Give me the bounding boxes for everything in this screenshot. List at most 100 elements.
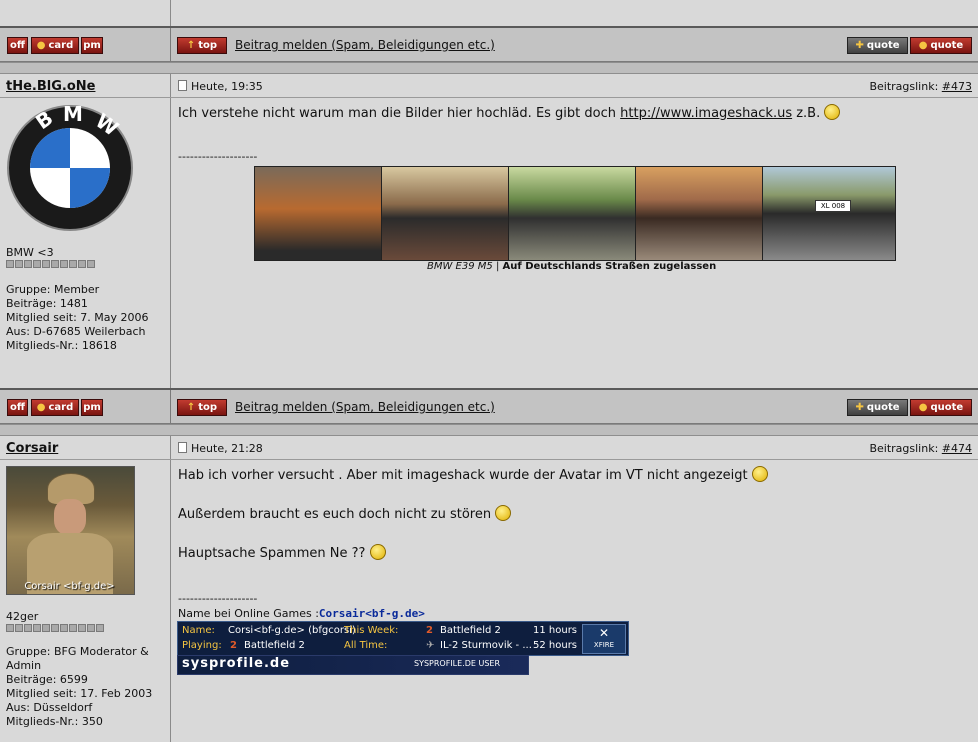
report-post-link[interactable]: Beitrag melden (Spam, Beleidigungen etc.… [235, 400, 495, 414]
rolleyes-smiley-icon [369, 544, 386, 560]
post-action-bar: off ● card pm ↑ top Beitrag melden (Spam, … [0, 388, 978, 424]
post-time-text: Heute, 21:28 [191, 442, 263, 455]
xfire-alltime-game: IL-2 Sturmovik - ... [440, 640, 532, 651]
plane-icon: ✈ [426, 640, 435, 651]
author-info-panel: B M W BMW <3 Gruppe: Member Beiträge: 14… [0, 98, 171, 388]
post-line-3: Hauptsache Spammen Ne ?? [178, 544, 386, 563]
author-location: Aus: Düsseldorf [6, 701, 93, 714]
trunk-photo [255, 167, 382, 260]
xfire-name-value: Corsi<bf-g.de> (bfgcorsi) [228, 625, 356, 636]
car-front-photo [509, 167, 636, 260]
signature-caption: BMW E39 M5 | Auf Deutschlands Straßen zu… [427, 261, 716, 272]
signature-caption-text: Auf Deutschlands Straßen zugelassen [502, 261, 717, 272]
signature-banner: XL 008 [254, 166, 896, 261]
post-time-text: Heute, 19:35 [191, 80, 263, 93]
xfire-logo-mark: ✕ [598, 626, 610, 640]
pm-button[interactable]: pm [81, 37, 103, 54]
xfire-week-label: This Week: [344, 625, 399, 636]
arrow-up-icon: ↑ [186, 402, 196, 413]
signature-divider: -------------------- [178, 150, 258, 163]
car-profile-photo [636, 167, 763, 260]
post-permalink-link[interactable]: #473 [942, 80, 972, 93]
rank-stars [6, 260, 95, 268]
post-permalink-prefix: Beitragslink: [869, 442, 939, 455]
post-content: Ich verstehe nicht warum man die Bilder … [172, 98, 978, 388]
sysprofile-brand: sysprofile.de [182, 656, 291, 671]
document-icon [178, 80, 187, 91]
post-permalink: Beitragslink: #474 [869, 442, 972, 455]
post-message-tail: z.B. [792, 106, 821, 121]
author-group: Gruppe: BFG Moderator & [6, 645, 149, 658]
post-body: Corsair <bf-g.de> 42ger Gruppe: BFG Mode… [0, 460, 978, 742]
avatar-caption: Corsair <bf-g.de> [24, 581, 115, 592]
rolleyes-smiley-icon [495, 505, 512, 521]
face-shape [54, 499, 86, 535]
author-post-count: Beiträge: 6599 [6, 673, 88, 686]
quote-button[interactable]: ● quote [910, 37, 972, 54]
post-line-2: Außerdem braucht es euch doch nicht zu s… [178, 505, 512, 524]
xfire-logo-text: XFIRE [593, 641, 615, 649]
post-action-bar: off ● card pm ↑ top Beitrag melden (Spam, … [0, 26, 978, 62]
quote-button[interactable]: ● quote [910, 399, 972, 416]
post-header-right: Heute, 21:28 Beitragslink: #474 [172, 436, 978, 459]
action-bar-left: off ● card pm [0, 390, 171, 423]
post-author-name[interactable]: tHe.BlG.oNe [6, 79, 95, 94]
post-separator [0, 62, 978, 74]
speech-bubble-icon: ● [918, 402, 928, 413]
bf2-icon: 2 [426, 625, 433, 636]
card-button[interactable]: ● card [31, 37, 79, 54]
post-message: Ich verstehe nicht warum man die Bilder … [178, 104, 841, 123]
xfire-playing-label: Playing: [182, 640, 222, 651]
top-button[interactable]: ↑ top [177, 37, 227, 54]
signature-caption-model: BMW E39 M5 [427, 261, 493, 272]
action-bar-left: off ● card pm [0, 28, 171, 61]
post-header-left: Corsair [0, 436, 171, 459]
post-header-right: Heute, 19:35 Beitragslink: #473 [172, 74, 978, 97]
xfire-week-game: Battlefield 2 [440, 625, 501, 636]
post-permalink-link[interactable]: #474 [942, 442, 972, 455]
plus-icon: ✚ [855, 402, 864, 413]
document-icon [178, 442, 187, 453]
xfire-widget: Name: Corsi<bf-g.de> (bfgcorsi) This Wee… [177, 621, 629, 656]
offline-button[interactable]: off [7, 399, 28, 416]
xfire-name-label: Name: [182, 625, 215, 636]
previous-post-left-cell [0, 0, 171, 26]
online-games-label: Name bei Online Games : [178, 607, 319, 620]
xfire-alltime-hours: 52 hours [533, 640, 578, 651]
top-button[interactable]: ↑ top [177, 399, 227, 416]
multiquote-button[interactable]: ✚ quote [847, 37, 908, 54]
card-button[interactable]: ● card [31, 399, 79, 416]
plus-icon: ✚ [855, 40, 864, 51]
post-content: Hab ich vorher versucht . Aber mit image… [172, 460, 978, 742]
quote-label: quote [930, 40, 964, 51]
author-group-cont: Admin [6, 659, 42, 672]
post-message-text: Ich verstehe nicht warum man die Bilder … [178, 106, 621, 121]
user-icon: ● [36, 40, 46, 51]
post-header: Corsair Heute, 21:28 Beitragslink: #474 [0, 436, 978, 460]
multiquote-button[interactable]: ✚ quote [847, 399, 908, 416]
sysprofile-user: SYSPROFILE.DE USER [414, 659, 501, 668]
post-permalink-prefix: Beitragslink: [869, 80, 939, 93]
user-icon: ● [36, 402, 46, 413]
post-separator [0, 424, 978, 436]
top-label: top [198, 402, 218, 413]
signature-caption-separator: | [495, 261, 500, 272]
author-location: Aus: D-67685 Weilerbach [6, 325, 146, 338]
previous-post-bottom [0, 0, 978, 26]
xfire-alltime-label: All Time: [344, 640, 388, 651]
pm-button[interactable]: pm [81, 399, 103, 416]
post-header-left: tHe.BlG.oNe [0, 74, 171, 97]
author-member-number: Mitglieds-Nr.: 350 [6, 715, 103, 728]
license-plate: XL 008 [815, 200, 851, 212]
svg-text:M: M [63, 104, 83, 126]
post-author-name[interactable]: Corsair [6, 441, 58, 456]
xfire-logo: ✕ XFIRE [582, 624, 626, 654]
post-timestamp: Heute, 21:28 [178, 442, 263, 455]
imageshack-link[interactable]: http://www.imageshack.us [620, 106, 792, 121]
author-member-number: Mitglieds-Nr.: 18618 [6, 339, 117, 352]
report-post-link[interactable]: Beitrag melden (Spam, Beleidigungen etc.… [235, 38, 495, 52]
author-member-since: Mitglied seit: 7. May 2006 [6, 311, 149, 324]
post-timestamp: Heute, 19:35 [178, 80, 263, 93]
offline-button[interactable]: off [7, 37, 28, 54]
author-rank: 42ger [6, 610, 39, 623]
